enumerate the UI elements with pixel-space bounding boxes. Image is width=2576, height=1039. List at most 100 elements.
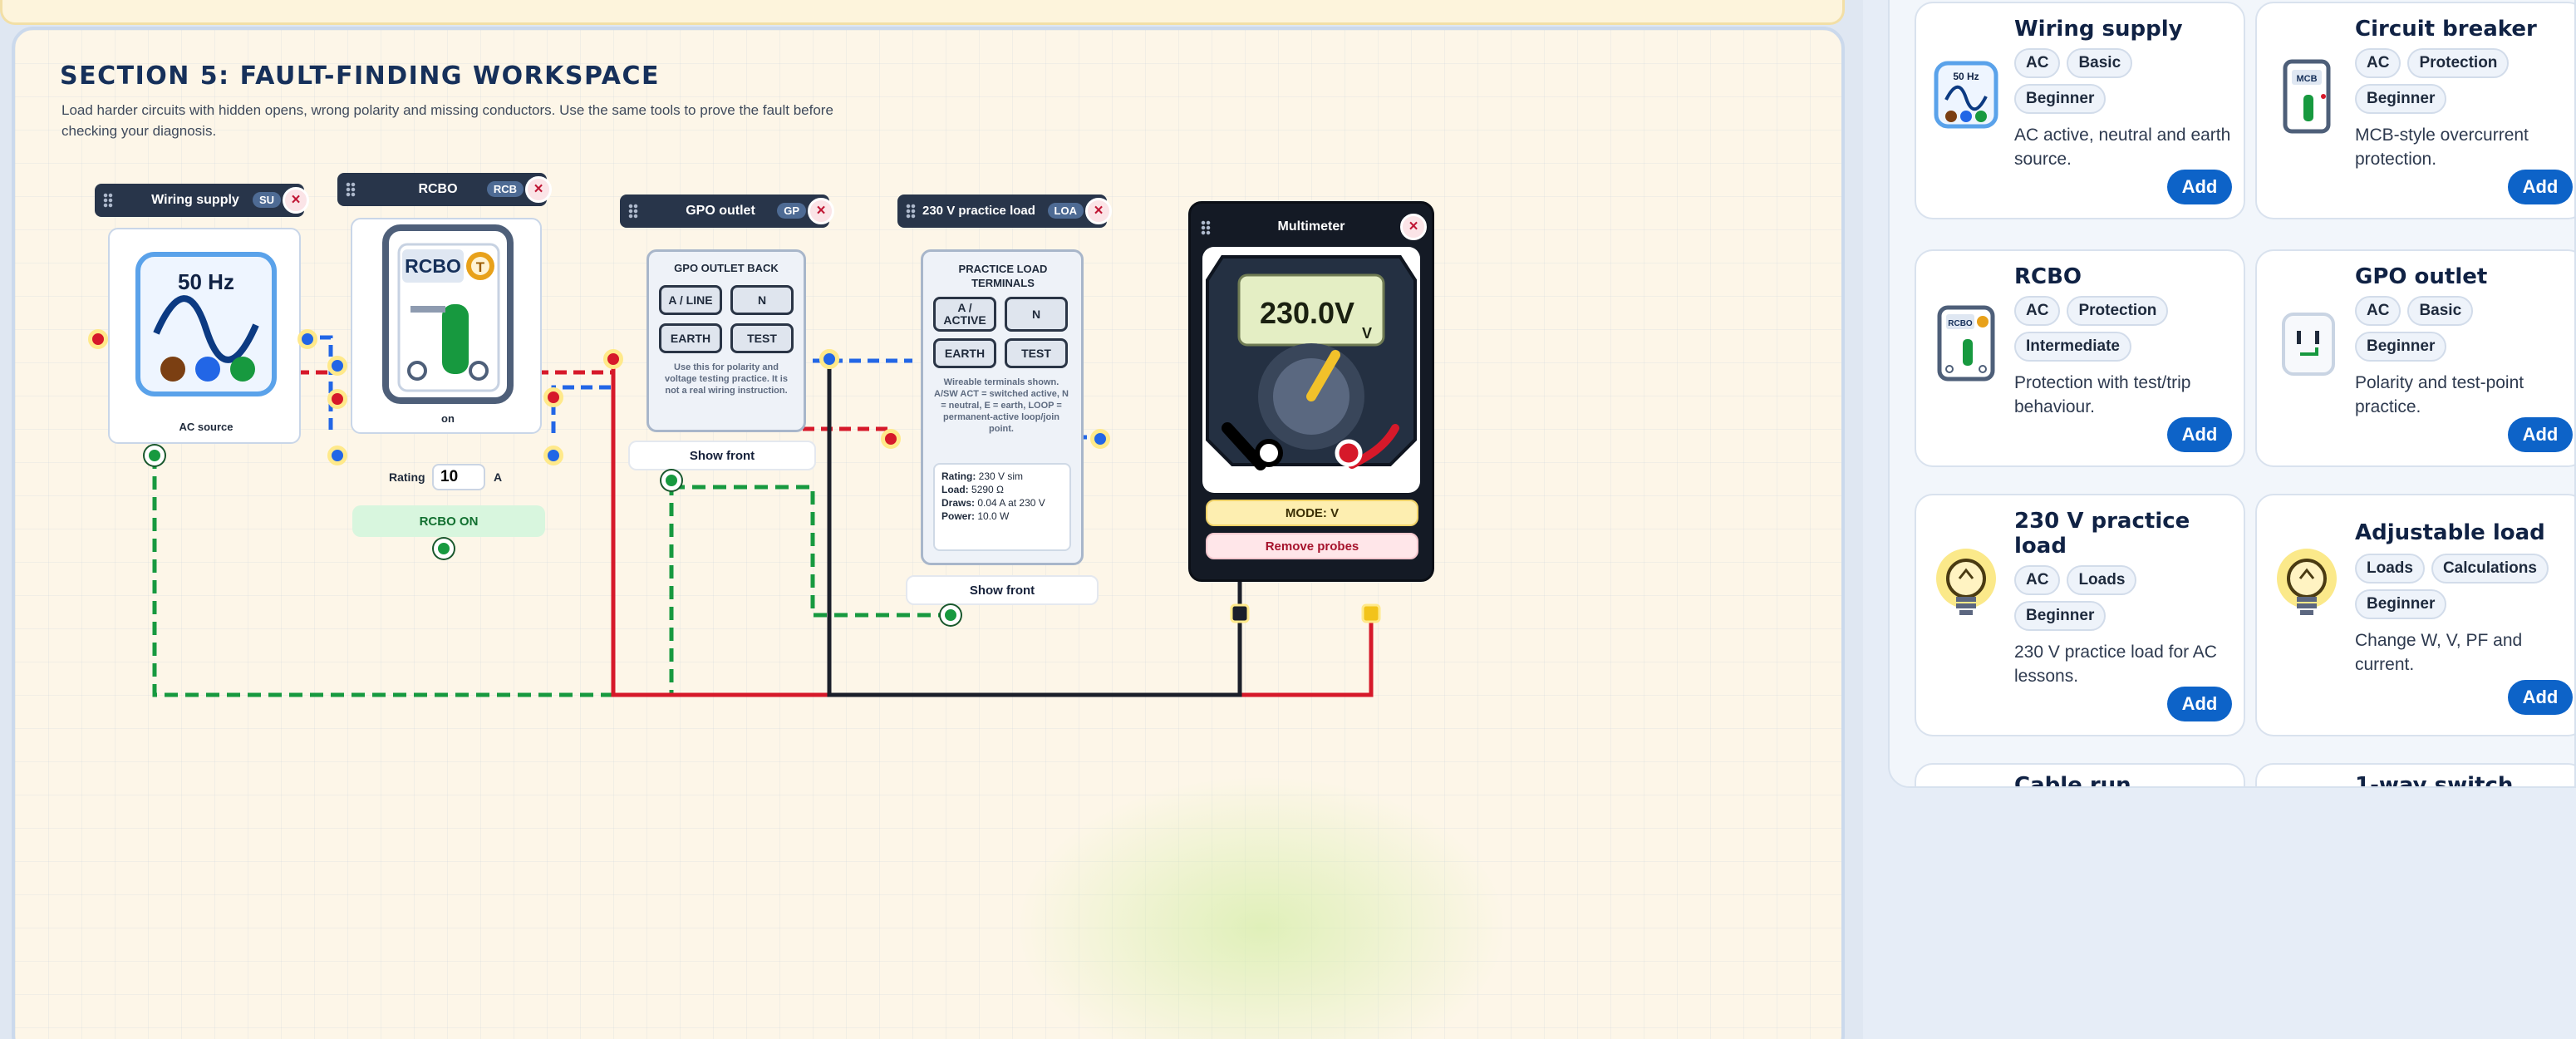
- load-terminal-panel[interactable]: PRACTICE LOAD TERMINALS A / ACTIVE N EAR…: [921, 249, 1084, 565]
- multimeter-header[interactable]: Multimeter ×: [1191, 210, 1432, 244]
- rcbo-test-button: T: [476, 259, 485, 275]
- close-supply-button[interactable]: ×: [283, 187, 309, 214]
- load-earth-terminal[interactable]: [941, 605, 961, 625]
- chip: Intermediate: [2014, 332, 2131, 362]
- load-show-front-button[interactable]: Show front: [906, 575, 1099, 605]
- rcbo-status-badge: RCBO ON: [352, 505, 545, 537]
- svg-text:RCBO: RCBO: [1948, 319, 1973, 328]
- chip: Beginner: [2355, 84, 2447, 114]
- gpo-terminal-test[interactable]: TEST: [730, 323, 794, 353]
- black-probe-tip: [1230, 603, 1250, 623]
- drag-handle-icon[interactable]: [1201, 220, 1211, 235]
- library-chips: AC Protection Beginner: [2355, 48, 2563, 114]
- lightbulb-icon: [2277, 549, 2337, 615]
- rcbo-card[interactable]: RCBO T on: [351, 218, 542, 434]
- library-card-1-way-switch[interactable]: 1-way switch: [2255, 763, 2574, 786]
- gpo-terminal-earth[interactable]: EARTH: [659, 323, 722, 353]
- add-adjustable-load-button[interactable]: Add: [2508, 680, 2573, 715]
- gpo-header[interactable]: GPO outlet GP ×: [620, 195, 834, 228]
- multimeter-reading: 230.0V: [1260, 296, 1354, 330]
- sine-wave-icon: 50 Hz: [1934, 61, 1998, 129]
- library-chips: AC Basic Beginner: [2355, 296, 2563, 362]
- rcbo-header[interactable]: RCBO RCB ×: [337, 173, 552, 206]
- chip: Beginner: [2014, 601, 2107, 631]
- supply-label: AC source: [179, 421, 234, 433]
- close-load-button[interactable]: ×: [1085, 198, 1112, 224]
- load-neutral-out-terminal[interactable]: [1090, 429, 1110, 449]
- library-name: Cable run: [2014, 773, 2131, 788]
- close-rcbo-button[interactable]: ×: [525, 176, 552, 203]
- gpo-note: Use this for polarity and voltage testin…: [665, 362, 788, 396]
- gpo-terminal-line[interactable]: A / LINE: [659, 285, 722, 315]
- rcbo-active-out-terminal[interactable]: [543, 387, 563, 407]
- load-panel-title: PRACTICE LOAD TERMINALS: [958, 263, 1048, 289]
- load-spec-power: Power: 10.0 W: [941, 510, 1010, 522]
- gpo-terminal-neutral[interactable]: N: [730, 285, 794, 315]
- drag-handle-icon[interactable]: [628, 204, 638, 219]
- load-spec-load: Load: 5290 Ω: [941, 484, 1005, 495]
- add-circuit-breaker-button[interactable]: Add: [2508, 170, 2573, 204]
- library-card-circuit-breaker[interactable]: MCB Circuit breaker AC Protection Beginn…: [2255, 2, 2574, 219]
- load-header[interactable]: 230 V practice load LOA ×: [897, 195, 1112, 228]
- drag-handle-icon[interactable]: [906, 204, 916, 219]
- svg-text:50 Hz: 50 Hz: [1953, 71, 1979, 82]
- chip: Basic: [2067, 48, 2133, 78]
- sine-wave-icon: 50 Hz: [135, 252, 277, 396]
- load-neutral-in-terminal[interactable]: [819, 349, 839, 369]
- gpo-back-panel[interactable]: GPO OUTLET BACK A / LINE N EARTH TEST Us…: [646, 249, 806, 432]
- add-gpo-outlet-button[interactable]: Add: [2508, 417, 2573, 452]
- supply-earth-terminal[interactable]: [145, 446, 165, 465]
- library-card-rcbo[interactable]: RCBO RCBO AC Protection Intermediate Pro…: [1915, 249, 2245, 467]
- component-library[interactable]: 50 Hz Wiring supply AC Basic Beginner AC…: [1888, 0, 2576, 788]
- load-terminal-earth[interactable]: EARTH: [933, 338, 996, 368]
- rcbo-neutral-load-terminal[interactable]: [543, 446, 563, 465]
- multimeter-unit: V: [1362, 325, 1372, 342]
- add-rcbo-button[interactable]: Add: [2167, 417, 2232, 452]
- drag-handle-icon[interactable]: [346, 182, 356, 197]
- library-card-wiring-supply[interactable]: 50 Hz Wiring supply AC Basic Beginner AC…: [1915, 2, 2245, 219]
- library-card-adjustable-load[interactable]: Adjustable load Loads Calculations Begin…: [2255, 494, 2574, 736]
- fault-finding-workspace[interactable]: SECTION 5: FAULT-FINDING WORKSPACE Load …: [12, 27, 1845, 1039]
- load-specs: Rating: 230 V sim Load: 5290 Ω Draws: 0.…: [933, 463, 1071, 551]
- multimeter[interactable]: Multimeter × 230.0V V MODE: V Remove pro…: [1188, 201, 1434, 582]
- library-card-cable-run[interactable]: Cable run: [1915, 763, 2245, 788]
- library-name: GPO outlet: [2355, 264, 2488, 289]
- chip: Loads: [2067, 565, 2137, 595]
- library-card-gpo-outlet[interactable]: GPO outlet AC Basic Beginner Polarity an…: [2255, 249, 2574, 467]
- library-card-practice-load[interactable]: 230 V practice load AC Loads Beginner 23…: [1915, 494, 2245, 736]
- close-multimeter-button[interactable]: ×: [1400, 214, 1427, 240]
- gpo-active-terminal[interactable]: [603, 349, 623, 369]
- load-active-in-terminal[interactable]: [881, 429, 901, 449]
- library-description: Change W, V, PF and current.: [2355, 631, 2523, 674]
- supply-header[interactable]: Wiring supply SU ×: [95, 184, 309, 217]
- multimeter-mode[interactable]: MODE: V: [1206, 500, 1418, 526]
- remove-probes-button[interactable]: Remove probes: [1206, 533, 1418, 559]
- rcbo-active-in-terminal[interactable]: [327, 389, 347, 409]
- library-chips: AC Loads Beginner: [2014, 565, 2222, 631]
- add-practice-load-button[interactable]: Add: [2167, 687, 2232, 721]
- chip: Beginner: [2355, 332, 2447, 362]
- add-wiring-supply-button[interactable]: Add: [2167, 170, 2232, 204]
- library-description: AC active, neutral and earth source.: [2014, 126, 2231, 169]
- drag-handle-icon[interactable]: [103, 193, 113, 208]
- rcbo-neutral-in-terminal[interactable]: [327, 356, 347, 376]
- supply-neutral-terminal[interactable]: [297, 329, 317, 349]
- gpo-panel-title: GPO OUTLET BACK: [674, 262, 779, 274]
- library-name: RCBO: [2014, 264, 2082, 289]
- library-description: MCB-style overcurrent protection.: [2355, 126, 2529, 169]
- gpo-earth-terminal[interactable]: [661, 470, 681, 490]
- supply-active-terminal[interactable]: [88, 329, 108, 349]
- rcbo-earth-terminal[interactable]: [434, 539, 454, 559]
- rcbo-tag: RCB: [486, 181, 524, 197]
- rcbo-rating-input[interactable]: [432, 464, 485, 490]
- rcbo-neutral-out-terminal[interactable]: [327, 446, 347, 465]
- rcbo-device-label: RCBO: [405, 255, 461, 277]
- load-terminal-neutral[interactable]: N: [1005, 297, 1068, 332]
- load-terminal-test[interactable]: TEST: [1005, 338, 1068, 368]
- load-terminal-active[interactable]: A / ACTIVE: [933, 297, 996, 332]
- close-gpo-button[interactable]: ×: [808, 198, 834, 224]
- rcbo-rating-unit: A: [494, 470, 503, 484]
- supply-card[interactable]: 50 Hz AC source: [108, 228, 301, 444]
- library-description: Polarity and test-point practice.: [2355, 373, 2524, 416]
- gpo-show-front-button[interactable]: Show front: [628, 441, 816, 470]
